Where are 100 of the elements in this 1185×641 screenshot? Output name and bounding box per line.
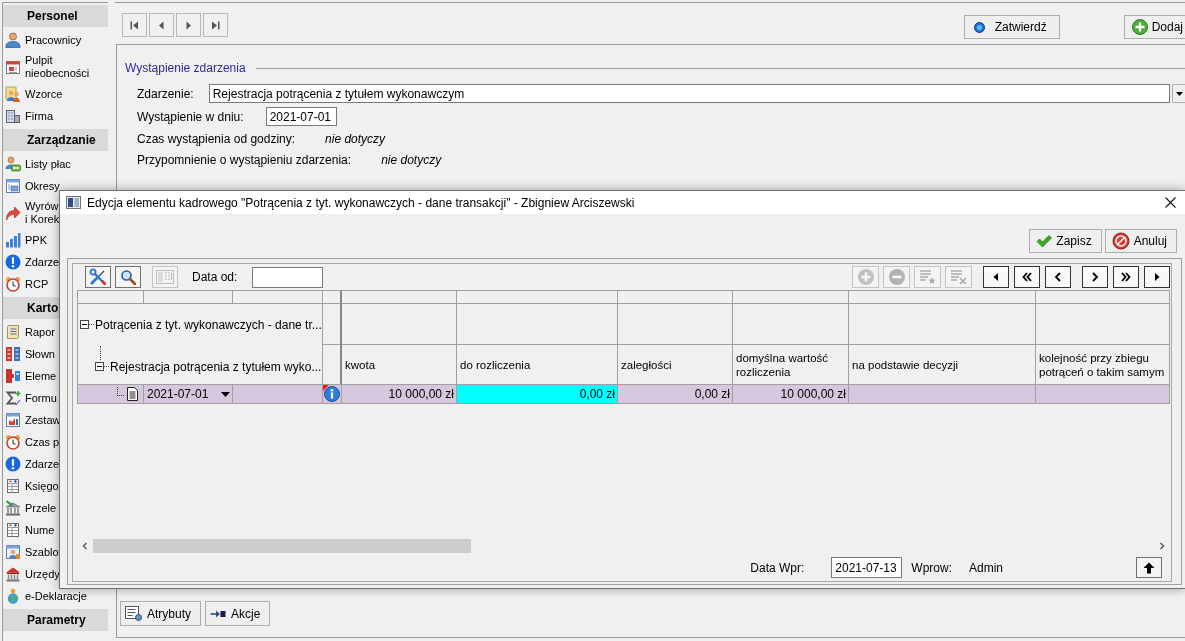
up-button[interactable] bbox=[1136, 557, 1162, 578]
date-field[interactable] bbox=[252, 266, 324, 288]
exclamation-icon bbox=[5, 456, 21, 472]
confirm-button[interactable]: Zatwierdź bbox=[963, 15, 1060, 39]
previous-page-button[interactable] bbox=[983, 266, 1009, 288]
date-dropdown[interactable]: 2021-07-01 bbox=[144, 385, 233, 404]
sidebar-item[interactable]: Szablo bbox=[3, 541, 108, 563]
search-icon bbox=[120, 269, 136, 285]
search-button[interactable] bbox=[115, 266, 141, 288]
globe-icon bbox=[5, 588, 21, 604]
sidebar-item[interactable]: e-Deklaracje bbox=[3, 585, 108, 607]
sidebar-item[interactable]: Nume bbox=[3, 519, 108, 541]
sidebar-item[interactable]: Pulpit nieobecności bbox=[3, 51, 108, 83]
dropdown-button[interactable] bbox=[1172, 84, 1185, 103]
sidebar-item[interactable]: Zdarze bbox=[3, 453, 108, 475]
field-value: nie dotyczy bbox=[381, 152, 442, 167]
sidebar-item[interactable]: Czas p bbox=[3, 431, 108, 453]
minus-icon bbox=[887, 268, 906, 286]
sidebar-header[interactable]: Personel bbox=[3, 5, 108, 27]
last-record-button[interactable] bbox=[203, 13, 228, 37]
blocks-icon bbox=[5, 368, 21, 384]
date-field[interactable]: 2021-07-01 bbox=[265, 107, 337, 126]
sidebar-item[interactable]: Okresy bbox=[3, 175, 108, 197]
check-icon bbox=[1036, 234, 1053, 248]
field-value: Admin bbox=[969, 560, 1003, 575]
sidebar-item[interactable]: Pracownicy bbox=[3, 29, 108, 51]
table-row[interactable]: 2021-07-01 10 000,00 zł 0,00 zł 0,00 zł 10 000,00 zł bbox=[77, 385, 1170, 404]
sidebar-item[interactable]: Słown bbox=[3, 343, 108, 365]
tree-node[interactable]: Potrącenia z tyt. wykonawczych - dane tr... bbox=[80, 318, 322, 331]
tools-icon bbox=[89, 268, 107, 286]
calendar-icon bbox=[5, 59, 21, 75]
app-window-icon bbox=[66, 196, 81, 209]
sigma-icon bbox=[5, 390, 21, 406]
field-label: Czas wystąpienia od godziny: bbox=[137, 131, 296, 146]
table-icon bbox=[5, 478, 21, 494]
alarm-clock-icon bbox=[5, 434, 21, 450]
list-icon bbox=[125, 606, 142, 621]
add-button[interactable]: Dodaj bbox=[1123, 15, 1185, 39]
double-chevron-right-icon bbox=[1121, 272, 1131, 282]
building-icon bbox=[5, 108, 21, 124]
list-cross-icon bbox=[949, 269, 968, 285]
field-label: Zdarzenie: bbox=[137, 86, 194, 101]
chevron-left-icon bbox=[81, 542, 89, 550]
actions-button[interactable]: Akcje bbox=[205, 601, 271, 626]
triangle-left-icon bbox=[157, 20, 166, 30]
next-page-button[interactable] bbox=[1144, 266, 1170, 288]
sidebar-header[interactable]: Zarządzanie bbox=[3, 129, 108, 151]
tools-button[interactable] bbox=[85, 266, 111, 288]
last-button[interactable] bbox=[1113, 266, 1139, 288]
corner-marker-icon bbox=[323, 385, 329, 391]
scroll-icon bbox=[5, 324, 21, 340]
caret-down-icon bbox=[221, 391, 230, 397]
sidebar-item[interactable]: Urzędy bbox=[3, 563, 108, 585]
window-title: Edycja elementu kadrowego "Potrącenia z tyt. wykonawczych - dane transakcji" - Zbigniew Arciszewski bbox=[87, 195, 635, 210]
field-label: Data od: bbox=[192, 270, 238, 284]
person-window-icon bbox=[5, 544, 21, 560]
previous-record-button[interactable] bbox=[149, 13, 174, 37]
bank-icon bbox=[5, 566, 21, 582]
chart-window-icon bbox=[5, 412, 21, 428]
first-record-button[interactable] bbox=[122, 13, 147, 37]
alarm-clock-icon bbox=[5, 276, 21, 292]
sidebar-item[interactable]: Firma bbox=[3, 105, 108, 127]
sidebar-item[interactable]: PPK bbox=[3, 229, 108, 251]
field-value: nie dotyczy bbox=[325, 131, 386, 146]
sidebar-item[interactable]: Księgo bbox=[3, 475, 108, 497]
sidebar-item[interactable]: Zestaw bbox=[3, 409, 108, 431]
previous-button[interactable] bbox=[1045, 266, 1071, 288]
group-title: Wystąpienie zdarzenia bbox=[125, 61, 246, 75]
calculator-icon bbox=[156, 270, 174, 284]
plus-icon bbox=[856, 268, 875, 286]
next-button[interactable] bbox=[1082, 266, 1108, 288]
person-icon bbox=[5, 32, 21, 48]
cancel-button[interactable]: Anuluj bbox=[1104, 229, 1177, 253]
no-entry-icon bbox=[1111, 232, 1130, 250]
triangle-right-icon bbox=[1152, 272, 1162, 282]
bar-chart-icon bbox=[5, 232, 21, 248]
skip-start-icon bbox=[130, 20, 139, 30]
person-card-icon bbox=[5, 156, 21, 172]
date-field[interactable]: 2021-07-13 bbox=[831, 557, 903, 578]
sidebar-header[interactable]: Parametry bbox=[3, 609, 108, 631]
table-cell: 0,00 zł bbox=[457, 385, 618, 404]
sidebar-item[interactable]: Listy płac bbox=[3, 153, 108, 175]
double-chevron-left-icon bbox=[1022, 272, 1032, 282]
event-field[interactable]: Rejestracja potrącenia z tytułem wykonawczym bbox=[208, 84, 1170, 103]
chevron-right-icon bbox=[1158, 542, 1166, 550]
caret-down-icon bbox=[1175, 91, 1183, 96]
sidebar-item[interactable]: Wzorce bbox=[3, 83, 108, 105]
attributes-button[interactable]: Atrybuty bbox=[120, 601, 201, 626]
next-record-button[interactable] bbox=[176, 13, 201, 37]
sidebar-item[interactable]: Przele bbox=[3, 497, 108, 519]
window-icon bbox=[5, 178, 21, 194]
first-button[interactable] bbox=[1014, 266, 1040, 288]
save-button[interactable]: Zapisz bbox=[1029, 229, 1102, 253]
sidebar-item[interactable]: Zdarze bbox=[3, 251, 108, 273]
sidebar-item[interactable]: RCP bbox=[3, 273, 108, 295]
tiles-icon bbox=[5, 346, 21, 362]
scrollbar-thumb[interactable] bbox=[93, 539, 471, 553]
skip-end-icon bbox=[211, 20, 220, 30]
plus-circle-icon bbox=[1131, 19, 1148, 35]
people-icon bbox=[5, 86, 21, 102]
